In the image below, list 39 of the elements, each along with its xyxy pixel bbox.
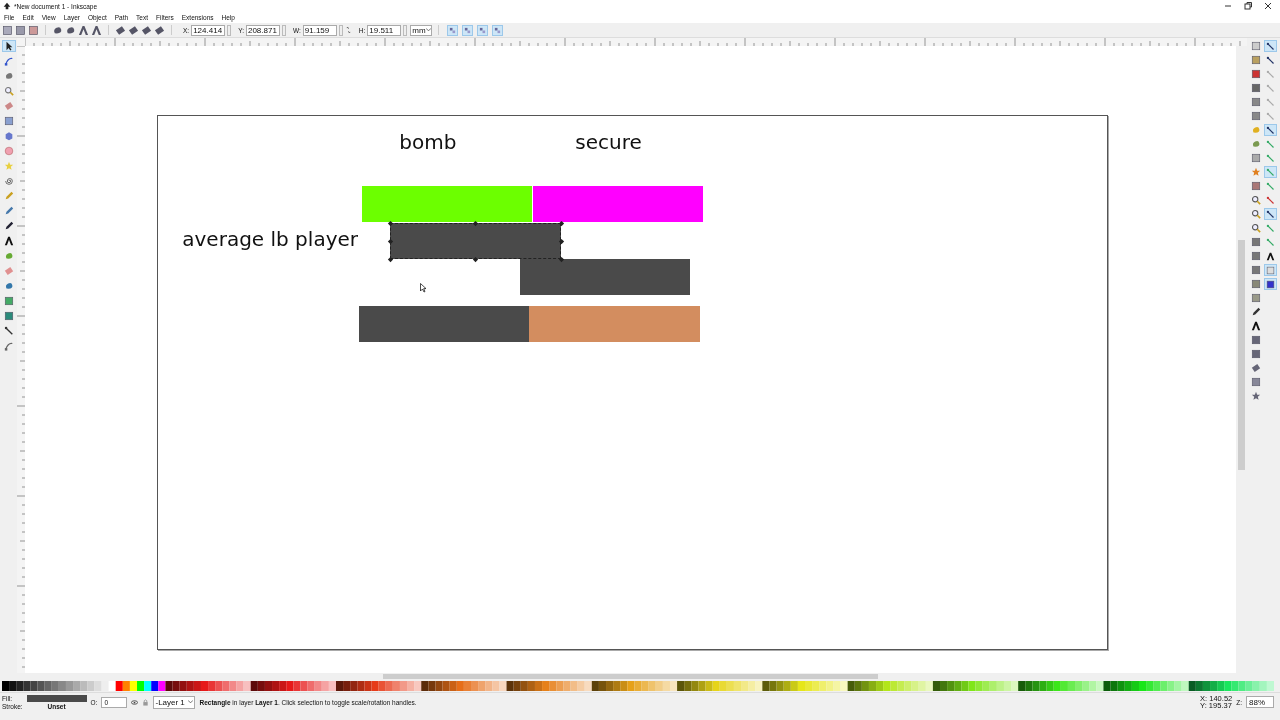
close-icon[interactable] bbox=[1264, 2, 1272, 10]
scale-handle[interactable] bbox=[386, 255, 394, 263]
toggle-button[interactable] bbox=[477, 24, 489, 36]
chain-icon[interactable] bbox=[344, 26, 352, 34]
new-document-icon[interactable] bbox=[1250, 41, 1261, 51]
scale-handle[interactable] bbox=[557, 255, 565, 263]
scale-handle[interactable] bbox=[557, 237, 565, 245]
scale-handle[interactable] bbox=[472, 255, 480, 263]
app-icon bbox=[3, 2, 11, 10]
toggle-button[interactable] bbox=[492, 24, 504, 36]
caret-icon[interactable] bbox=[188, 700, 194, 704]
coordinate-field[interactable]: 19.511 bbox=[367, 24, 402, 36]
eye-icon[interactable] bbox=[131, 698, 139, 706]
minimize-icon[interactable] bbox=[1224, 2, 1232, 10]
toggle-button[interactable] bbox=[462, 24, 474, 36]
canvas-text[interactable]: bomb bbox=[399, 132, 457, 152]
text-tool-icon[interactable] bbox=[1250, 321, 1261, 331]
scale-handle[interactable] bbox=[386, 219, 394, 227]
zoom-icon[interactable] bbox=[1250, 209, 1261, 219]
scale-handle[interactable] bbox=[472, 219, 480, 227]
coordinate-field[interactable]: 124.414 bbox=[191, 24, 226, 36]
zoom-icon[interactable] bbox=[1250, 223, 1261, 233]
layer-dropdown[interactable]: -Layer 1 bbox=[153, 695, 196, 709]
color-palette-drawing[interactable] bbox=[2, 681, 1274, 691]
cursor-icon bbox=[420, 283, 428, 293]
toggle-button[interactable] bbox=[447, 24, 459, 36]
canvas-text[interactable]: secure bbox=[575, 132, 642, 152]
zoom-field[interactable]: 88% bbox=[1246, 696, 1274, 708]
scale-handle[interactable] bbox=[557, 219, 565, 227]
scale-handle[interactable] bbox=[386, 237, 394, 245]
coordinate-field[interactable]: 91.159 bbox=[302, 24, 337, 36]
fill-swatch[interactable] bbox=[26, 694, 87, 702]
caret-icon[interactable] bbox=[426, 28, 432, 32]
lock-icon[interactable] bbox=[142, 698, 150, 706]
zoom-icon[interactable] bbox=[1250, 195, 1261, 205]
canvas-text[interactable]: average lb player bbox=[182, 229, 358, 249]
coordinate-field[interactable]: 208.871 bbox=[245, 24, 280, 36]
restore-icon[interactable] bbox=[1244, 2, 1252, 10]
unit-dropdown[interactable]: mm bbox=[410, 24, 433, 36]
